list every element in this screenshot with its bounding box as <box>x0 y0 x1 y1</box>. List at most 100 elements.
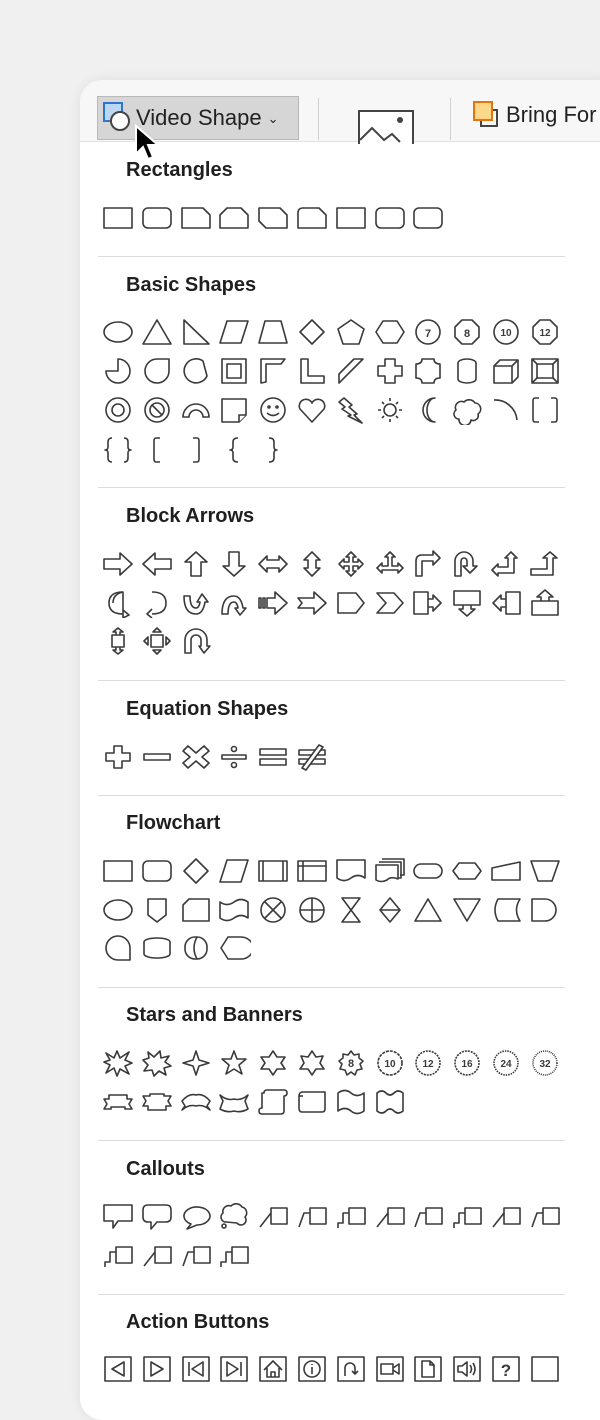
shape-star24-icon[interactable]: 24 <box>489 1048 523 1078</box>
shape-multidoc-icon[interactable] <box>373 856 407 886</box>
shape-storeddata-icon[interactable] <box>489 895 523 925</box>
shape-star6-icon[interactable] <box>256 1048 290 1078</box>
shape-preparation-icon[interactable] <box>450 856 484 886</box>
shape-collate-icon[interactable] <box>334 895 368 925</box>
shape-star32-icon[interactable]: 32 <box>528 1048 562 1078</box>
shape-star10-icon[interactable]: 10 <box>373 1048 407 1078</box>
shape-leftuparrow-icon[interactable] <box>489 549 523 579</box>
shape-roundrect-icon[interactable] <box>411 203 445 233</box>
shape-chord-icon[interactable] <box>179 356 213 386</box>
shape-oct12-icon[interactable]: 12 <box>528 317 562 347</box>
shape-teardrop-icon[interactable] <box>140 356 174 386</box>
shape-abhome-icon[interactable] <box>256 1354 290 1384</box>
shape-equal-icon[interactable] <box>256 742 290 772</box>
shape-cross-icon[interactable] <box>373 356 407 386</box>
shape-line3-icon[interactable] <box>217 1240 251 1270</box>
shape-arrowup-icon[interactable] <box>179 549 213 579</box>
shape-calloutleft-icon[interactable] <box>489 588 523 618</box>
shape-line1-icon[interactable] <box>373 1201 407 1231</box>
shape-diagstripe-icon[interactable] <box>334 356 368 386</box>
shape-curveddown-icon[interactable] <box>217 588 251 618</box>
shape-bracepair-icon[interactable] <box>101 435 135 465</box>
shape-snipdiag-icon[interactable] <box>256 203 290 233</box>
shape-calloutud-icon[interactable] <box>101 626 135 656</box>
shape-parallelogram-icon[interactable] <box>217 317 251 347</box>
shape-notequal-icon[interactable] <box>295 742 329 772</box>
shape-callrect-icon[interactable] <box>101 1201 135 1231</box>
shape-circulararrow-icon[interactable] <box>179 626 213 656</box>
shape-star8-icon[interactable]: 8 <box>334 1048 368 1078</box>
shape-pentagonarrow-icon[interactable] <box>334 588 368 618</box>
shape-snip1-icon[interactable] <box>179 203 213 233</box>
shape-delay-icon[interactable] <box>528 895 562 925</box>
shape-line2-icon[interactable] <box>528 1201 562 1231</box>
shape-diamond-icon[interactable] <box>179 856 213 886</box>
shape-arrowright-icon[interactable] <box>101 549 135 579</box>
shape-bevel-icon[interactable] <box>528 356 562 386</box>
shape-blockarc-icon[interactable] <box>179 395 213 425</box>
shape-star4-icon[interactable] <box>179 1048 213 1078</box>
shape-heart-icon[interactable] <box>295 395 329 425</box>
shape-abinfo-icon[interactable] <box>295 1354 329 1384</box>
shape-display-icon[interactable] <box>217 933 252 963</box>
shape-line1-icon[interactable] <box>489 1201 523 1231</box>
shape-plus-icon[interactable] <box>101 742 135 772</box>
shape-abdocument-icon[interactable] <box>411 1354 445 1384</box>
shape-notchedright-icon[interactable] <box>295 588 329 618</box>
shape-minus-icon[interactable] <box>140 742 174 772</box>
shape-multiply-icon[interactable] <box>179 742 213 772</box>
shape-pie-icon[interactable] <box>101 356 135 386</box>
shape-nosymbol-icon[interactable] <box>140 395 174 425</box>
shape-roundrect-icon[interactable] <box>140 203 174 233</box>
shape-line1-icon[interactable] <box>140 1240 174 1270</box>
shape-curvedleft-icon[interactable] <box>140 588 174 618</box>
bring-forward-button[interactable]: Bring For <box>472 100 596 130</box>
shape-calloutquad-icon[interactable] <box>140 626 174 656</box>
shape-curvedribbondown-icon[interactable] <box>217 1087 251 1117</box>
shape-calloval-icon[interactable] <box>179 1201 213 1231</box>
shape-offpage-icon[interactable] <box>140 895 174 925</box>
shape-lshape-icon[interactable] <box>295 356 329 386</box>
shape-internalstorage-icon[interactable] <box>295 856 329 886</box>
shape-calloutup-icon[interactable] <box>528 588 562 618</box>
shape-line3-icon[interactable] <box>450 1201 484 1231</box>
shape-smiley-icon[interactable] <box>256 395 290 425</box>
shape-oct8-icon[interactable]: 8 <box>450 317 484 347</box>
shape-donut-icon[interactable] <box>101 395 135 425</box>
shape-magneticdisk-icon[interactable] <box>140 933 174 963</box>
shape-arrowleft-icon[interactable] <box>140 549 174 579</box>
shape-rect-icon[interactable] <box>101 856 135 886</box>
shape-arrowlr-icon[interactable] <box>256 549 290 579</box>
shape-abblank-icon[interactable] <box>528 1354 562 1384</box>
shape-divide-icon[interactable] <box>217 742 251 772</box>
shape-manualinput-icon[interactable] <box>489 856 523 886</box>
shape-uturn-icon[interactable] <box>450 549 484 579</box>
shape-chevron-icon[interactable] <box>373 588 407 618</box>
shape-roundrect-icon[interactable] <box>373 203 407 233</box>
shape-oct10-icon[interactable]: 10 <box>489 317 523 347</box>
shape-document-icon[interactable] <box>334 856 368 886</box>
shape-lightning-icon[interactable] <box>334 395 368 425</box>
shape-calloutdown-icon[interactable] <box>450 588 484 618</box>
picture-icon[interactable] <box>358 110 414 144</box>
shape-oval-icon[interactable] <box>101 317 135 347</box>
shape-card-icon[interactable] <box>179 895 213 925</box>
shape-star16-icon[interactable]: 16 <box>450 1048 484 1078</box>
shape-sun-icon[interactable] <box>373 395 407 425</box>
shape-line2-icon[interactable] <box>179 1240 213 1270</box>
shape-quadarrow-icon[interactable] <box>334 549 368 579</box>
shape-explosion2-icon[interactable] <box>140 1048 174 1078</box>
shape-curvedribbonup-icon[interactable] <box>179 1087 213 1117</box>
shape-star7-icon[interactable] <box>295 1048 329 1078</box>
shape-abhelp-icon[interactable]: ? <box>489 1354 523 1384</box>
shape-sort-icon[interactable] <box>373 895 407 925</box>
shape-oval-icon[interactable] <box>101 895 135 925</box>
shape-abmovie-icon[interactable] <box>373 1354 407 1384</box>
shape-cube-icon[interactable] <box>489 356 523 386</box>
shape-scrollh-icon[interactable] <box>295 1087 329 1117</box>
shape-triangle-icon[interactable] <box>140 317 174 347</box>
shape-scrollv-icon[interactable] <box>256 1087 290 1117</box>
shape-arc-icon[interactable] <box>489 395 523 425</box>
shape-snip2same-icon[interactable] <box>217 203 251 233</box>
shape-ribbondown-icon[interactable] <box>140 1087 174 1117</box>
